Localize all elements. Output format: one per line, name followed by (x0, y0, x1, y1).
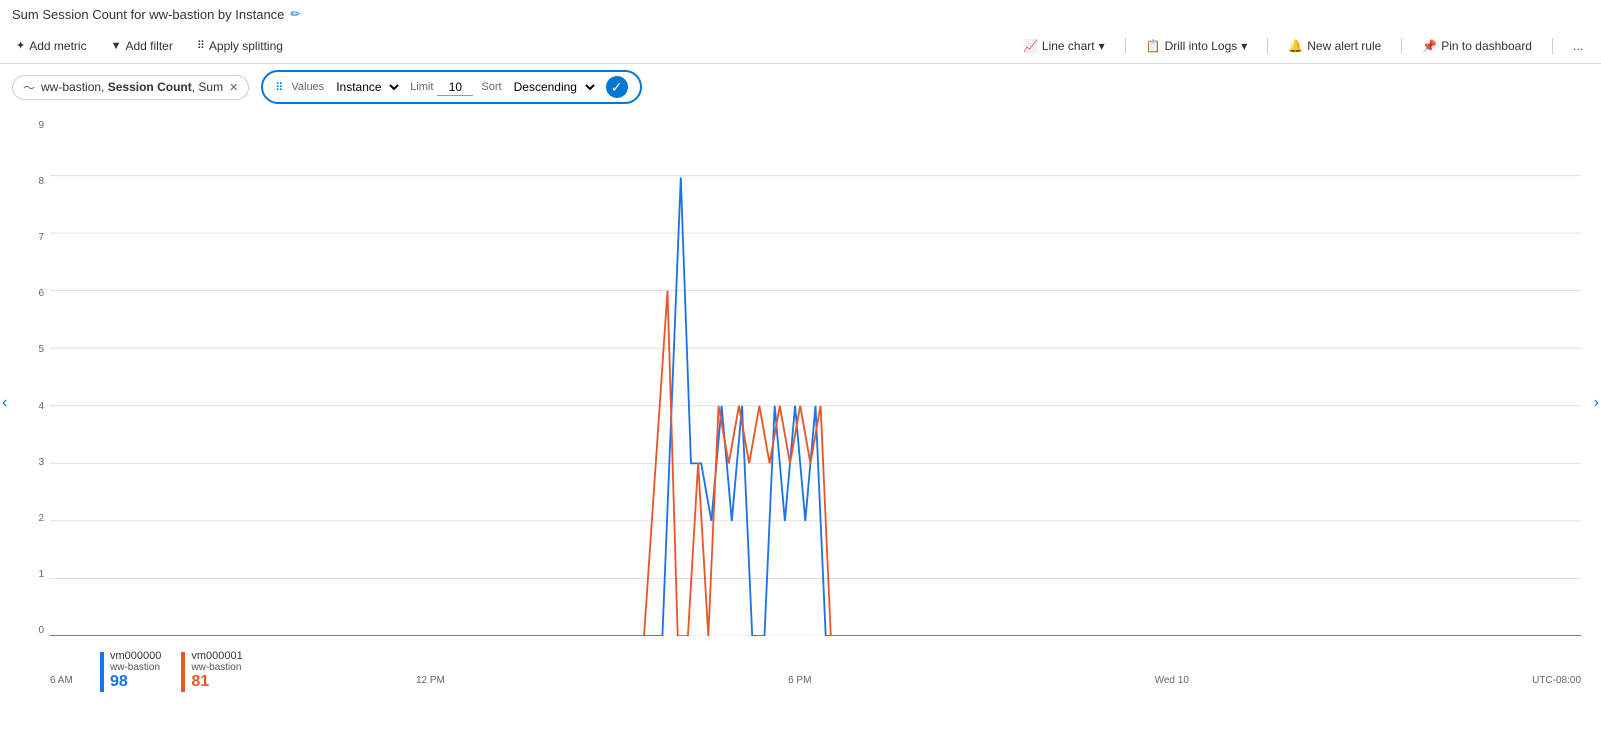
y-label-9: 9 (14, 120, 44, 131)
splitting-confirm-button[interactable]: ✓ (606, 76, 628, 98)
apply-splitting-button[interactable]: ⠿ Apply splitting (193, 37, 287, 55)
split-icon: ⠿ (197, 39, 205, 52)
chart-title: Sum Session Count for ww-bastion by Inst… (12, 7, 284, 22)
y-label-1: 1 (14, 569, 44, 580)
nav-arrow-right[interactable]: › (1594, 394, 1599, 412)
split-box-icon: ⠿ (275, 81, 283, 94)
y-label-2: 2 (14, 513, 44, 524)
line-chart-chevron: ▾ (1099, 39, 1105, 53)
metric-pill: 〜 ww-bastion, Session Count, Sum ✕ (12, 75, 249, 100)
legend-name-0: vm000000 (110, 650, 161, 662)
legend-value-1: 81 (191, 673, 242, 691)
divider-3 (1401, 38, 1402, 54)
sort-label: Sort (481, 81, 501, 93)
legend-sub-0: ww-bastion (110, 662, 161, 673)
divider-2 (1267, 38, 1268, 54)
values-label: Values (291, 81, 324, 93)
toolbar: ✦ Add metric ▼ Add filter ⠿ Apply splitt… (0, 28, 1601, 64)
y-label-3: 3 (14, 457, 44, 468)
splitting-box: ⠿ Values Instance Limit Sort Descending … (261, 70, 641, 104)
toolbar-left: ✦ Add metric ▼ Add filter ⠿ Apply splitt… (12, 37, 287, 55)
limit-group: Limit (410, 79, 473, 96)
line-chart-icon: 📈 (1023, 39, 1038, 53)
pin-dashboard-button[interactable]: 📌 Pin to dashboard (1416, 37, 1538, 55)
legend: vm000000 ww-bastion 98 vm000001 ww-basti… (50, 646, 293, 696)
metric-pill-label: ww-bastion, Session Count, Sum (41, 80, 223, 94)
chart-canvas (50, 120, 1581, 636)
pin-icon: 📌 (1422, 39, 1437, 53)
values-select[interactable]: Instance (328, 77, 402, 97)
edit-title-icon[interactable]: ✏ (290, 7, 300, 21)
divider-1 (1125, 38, 1126, 54)
title-bar: Sum Session Count for ww-bastion by Inst… (0, 0, 1601, 28)
y-label-0: 0 (14, 625, 44, 636)
sort-group: Sort Descending Ascending (481, 77, 597, 97)
add-metric-button[interactable]: ✦ Add metric (12, 37, 91, 55)
alert-icon: 🔔 (1288, 39, 1303, 53)
legend-value-0: 98 (110, 673, 161, 691)
metric-pill-close[interactable]: ✕ (229, 81, 238, 94)
metric-pill-icon: 〜 (23, 79, 35, 96)
legend-sub-1: ww-bastion (191, 662, 242, 673)
x-label-utc: UTC-08:00 (1532, 675, 1581, 686)
drill-chevron: ▾ (1241, 39, 1247, 53)
more-options-button[interactable]: ... (1567, 37, 1589, 55)
y-label-7: 7 (14, 232, 44, 243)
new-alert-rule-button[interactable]: 🔔 New alert rule (1282, 37, 1387, 55)
divider-4 (1552, 38, 1553, 54)
add-filter-button[interactable]: ▼ Add filter (107, 37, 177, 55)
x-label-wed10: Wed 10 (1155, 675, 1189, 686)
toolbar-right: 📈 Line chart ▾ 📋 Drill into Logs ▾ 🔔 New… (1017, 37, 1589, 55)
legend-text-1: vm000001 ww-bastion 81 (191, 650, 242, 691)
y-label-6: 6 (14, 288, 44, 299)
chart-container: ‹ › 0 1 2 3 4 5 6 7 8 9 (0, 110, 1601, 696)
add-metric-icon: ✦ (16, 39, 25, 52)
y-label-8: 8 (14, 176, 44, 187)
values-group: Values Instance (291, 77, 402, 97)
nav-arrow-left[interactable]: ‹ (2, 394, 7, 412)
legend-item-1: vm000001 ww-bastion 81 (181, 650, 242, 692)
legend-name-1: vm000001 (191, 650, 242, 662)
limit-label: Limit (410, 81, 433, 93)
filter-icon: ▼ (111, 40, 122, 52)
y-axis: 0 1 2 3 4 5 6 7 8 9 (14, 120, 44, 636)
limit-input[interactable] (437, 79, 473, 96)
splitting-panel: 〜 ww-bastion, Session Count, Sum ✕ ⠿ Val… (0, 64, 1601, 110)
x-label-12pm: 12 PM (416, 675, 445, 686)
drill-logs-button[interactable]: 📋 Drill into Logs ▾ (1140, 37, 1254, 55)
line-chart-button[interactable]: 📈 Line chart ▾ (1017, 37, 1111, 55)
sort-select[interactable]: Descending Ascending (506, 77, 598, 97)
legend-color-1 (181, 652, 185, 692)
drill-icon: 📋 (1146, 39, 1161, 53)
chart-svg (50, 120, 1581, 636)
legend-item-0: vm000000 ww-bastion 98 (100, 650, 161, 692)
y-label-5: 5 (14, 344, 44, 355)
legend-color-0 (100, 652, 104, 692)
x-label-6pm: 6 PM (788, 675, 811, 686)
y-label-4: 4 (14, 401, 44, 412)
legend-text-0: vm000000 ww-bastion 98 (110, 650, 161, 691)
